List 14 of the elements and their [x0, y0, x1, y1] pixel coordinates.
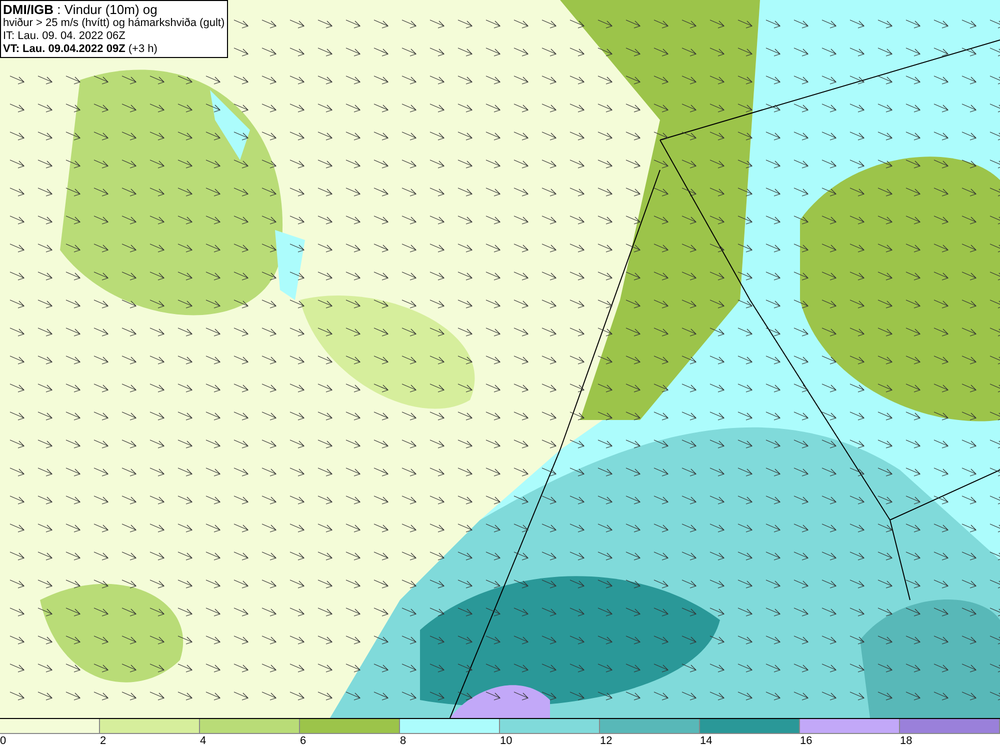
legend-tick-label: 16	[800, 734, 812, 747]
legend-tick-label: 14	[700, 734, 712, 747]
title-line: hviður > 25 m/s (hvítt) og hámarkshviða (gult)	[3, 17, 225, 30]
title-line: DMI/IGB : Vindur (10m) og	[3, 2, 158, 17]
legend-tick-label: 0	[0, 734, 6, 747]
legend-tick-label: 12	[600, 734, 612, 747]
legend-tick-label: 6	[300, 734, 306, 747]
legend-tick-label: 8	[400, 734, 406, 747]
title-line: VT: Lau. 09.04.2022 09Z (+3 h)	[3, 43, 158, 56]
title-line: IT: Lau. 09. 04. 2022 06Z	[3, 30, 126, 43]
legend-tick-label: 2	[100, 734, 106, 747]
legend-tick-label: 4	[200, 734, 206, 747]
legend-tick-label: 18	[900, 734, 912, 747]
legend-tick-label: 10	[500, 734, 512, 747]
